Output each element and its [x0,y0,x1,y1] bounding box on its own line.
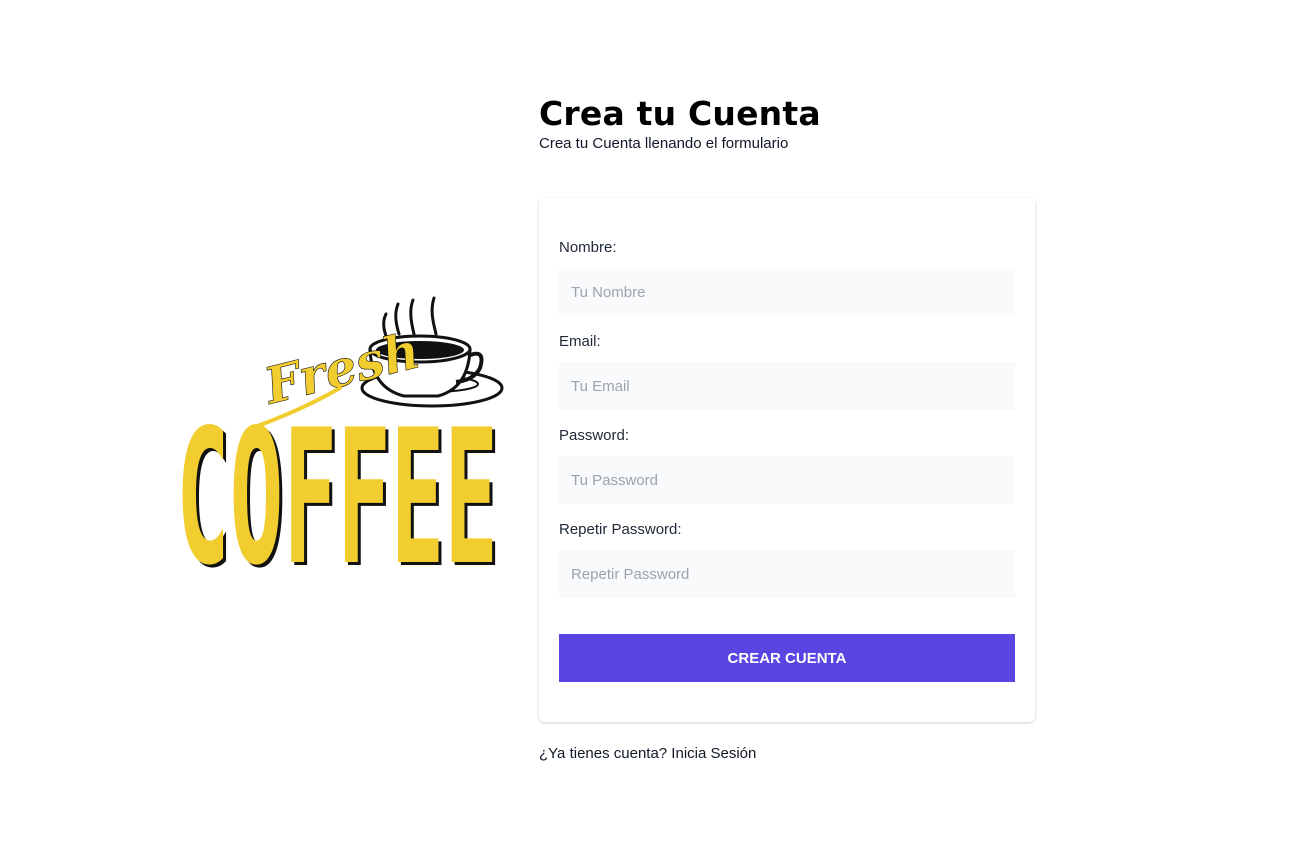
register-section: Crea tu Cuenta Crea tu Cuenta llenando e… [539,94,1035,764]
page-subtitle: Crea tu Cuenta llenando el formulario [539,135,789,152]
repeat-password-label: Repetir Password: [559,521,682,538]
password-label: Password: [559,427,630,444]
svg-text:COFFEE: COFFEE [176,389,498,574]
register-form: Nombre: Email: Password: Repetir Passwor… [559,238,1015,682]
password-input[interactable] [559,456,1015,504]
nombre-label: Nombre: [559,239,617,256]
field-nombre: Nombre: [559,238,1015,316]
logo: Fresh COFFEE COFFEE [172,292,506,609]
field-email: Email: [559,332,1015,410]
login-link[interactable]: ¿Ya tienes cuenta? Inicia Sesión [539,744,756,764]
field-password: Password: [559,426,1015,504]
field-repeat-password: Repetir Password: [559,520,1015,598]
logo-coffee-word: COFFEE COFFEE [176,389,501,609]
repeat-password-input[interactable] [559,550,1015,598]
nombre-input[interactable] [559,268,1015,316]
register-form-card: Nombre: Email: Password: Repetir Passwor… [539,198,1035,722]
page-title: Crea tu Cuenta [539,94,821,133]
email-input[interactable] [559,362,1015,410]
create-account-button[interactable]: Crear Cuenta [559,634,1015,682]
email-label: Email: [559,333,601,350]
